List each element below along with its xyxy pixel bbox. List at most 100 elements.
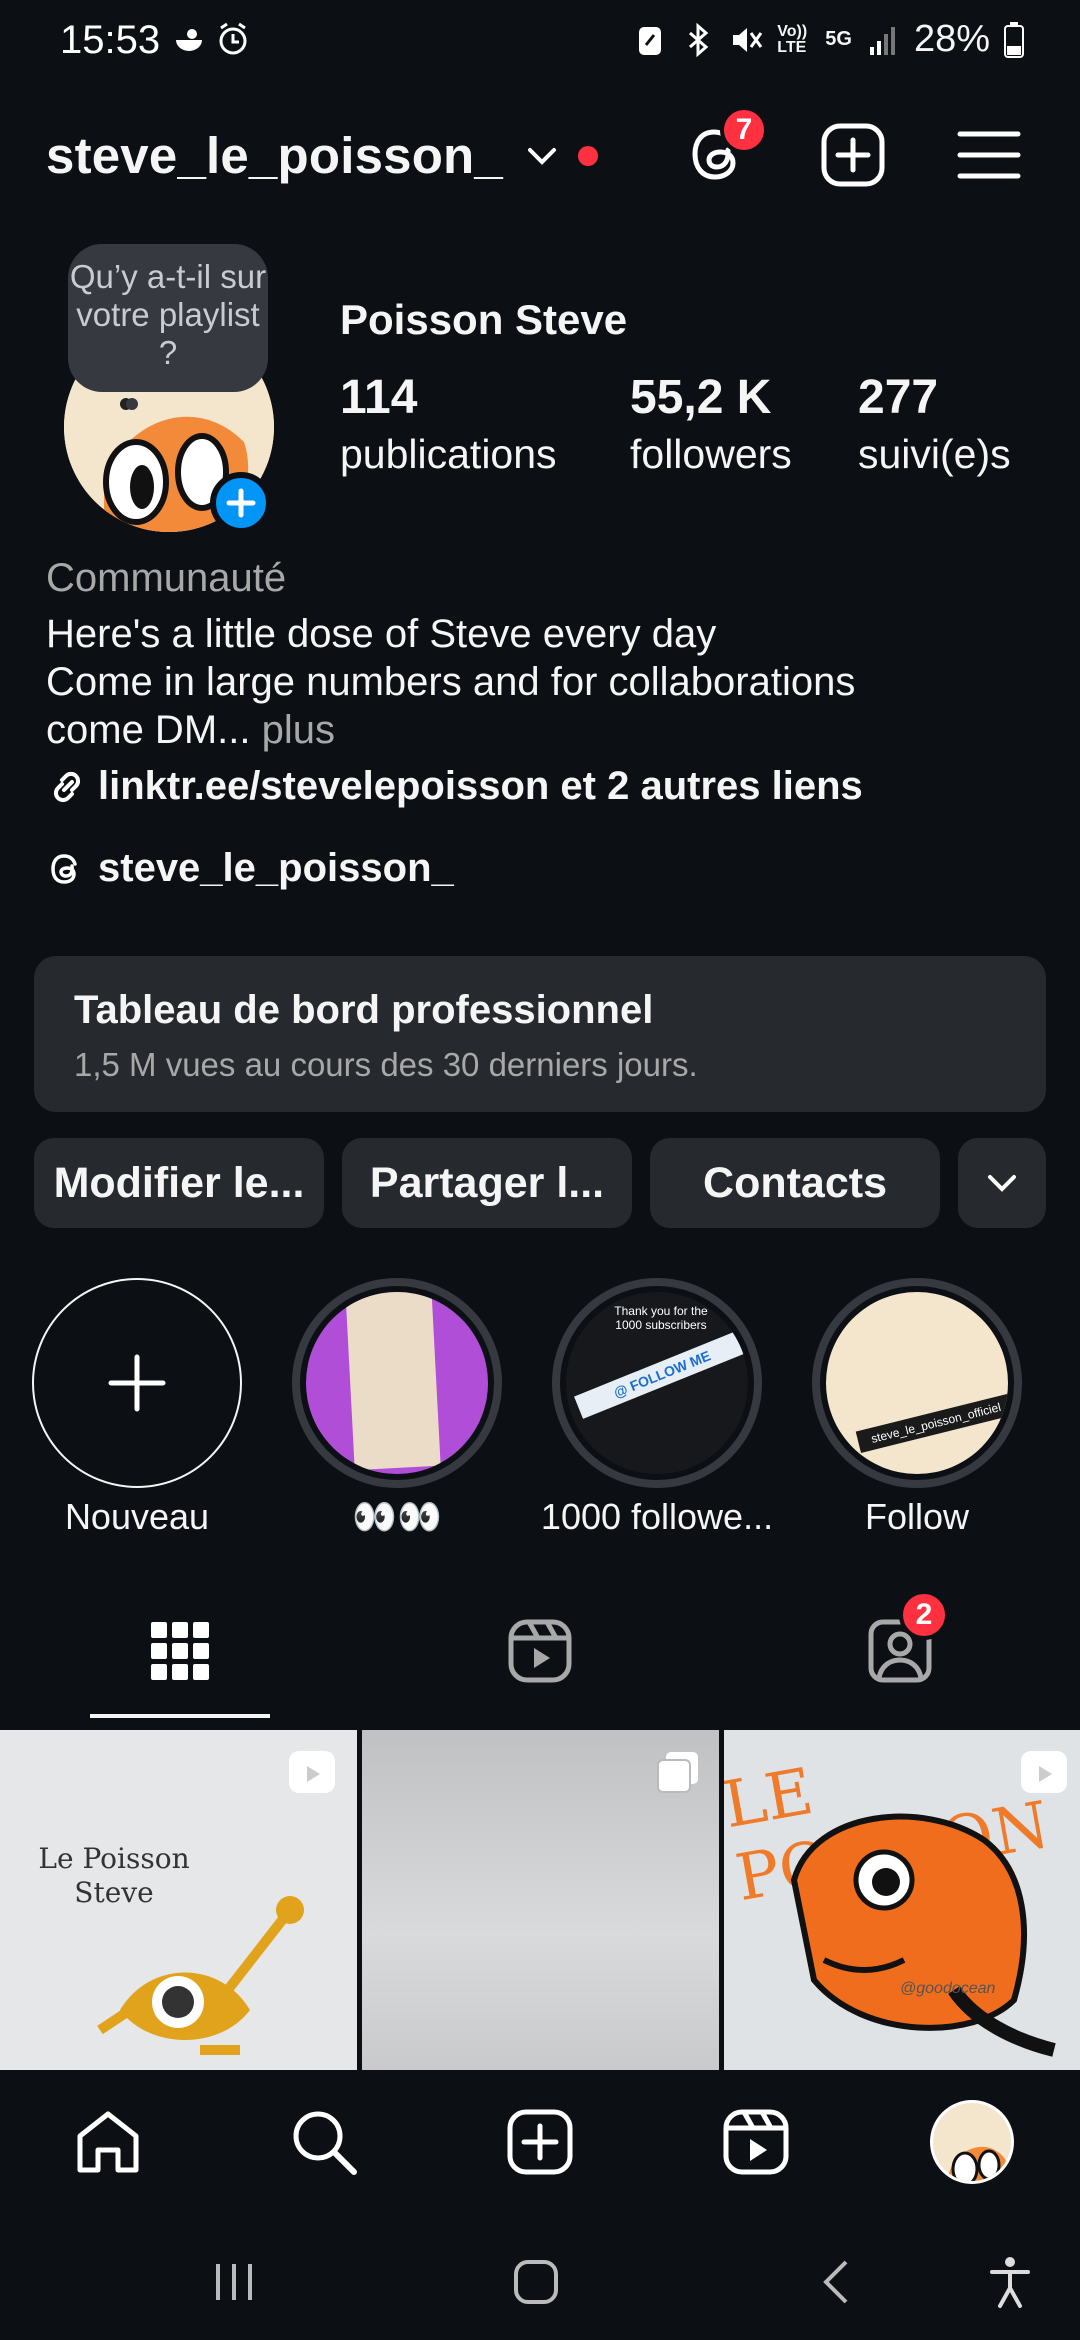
hamburger-menu-icon <box>957 131 1021 179</box>
home-icon <box>77 2111 139 2173</box>
note-tail <box>126 398 138 410</box>
stat-label: followers <box>630 431 792 477</box>
highlight-cover-tag: steve_le_poisson_officiel <box>855 1392 1008 1454</box>
bio-line: come DM... <box>46 708 251 752</box>
reel-indicator-icon <box>289 1751 335 1793</box>
post-tile[interactable] <box>362 1730 719 2070</box>
bio-line-last: come DM... plus <box>46 706 1046 754</box>
recent-apps-icon <box>216 2264 252 2300</box>
threads-handle: steve_le_poisson_ <box>98 846 454 890</box>
highlight-label: Nouveau <box>64 1496 210 1537</box>
reels-icon <box>723 2109 789 2175</box>
professional-dashboard-card[interactable]: Tableau de bord professionnel 1,5 M vues… <box>34 956 1046 1112</box>
search-icon <box>293 2111 357 2175</box>
back-button[interactable] <box>808 2252 868 2312</box>
nav-reels[interactable] <box>720 2106 792 2178</box>
stat-label: suivi(e)s <box>858 431 1011 477</box>
chevron-down-icon[interactable] <box>524 138 560 174</box>
plus-icon <box>226 488 256 518</box>
link-icon <box>53 771 81 802</box>
network-indicator: 5G <box>825 28 852 50</box>
menu-button[interactable] <box>954 120 1024 190</box>
accessibility-icon <box>990 2257 1030 2308</box>
threads-badge: 7 <box>720 106 768 154</box>
highlight-follow-sticker: @ FOLLOW ME <box>574 1329 748 1419</box>
highlight-cover-text: Thank you for the 1000 subscribers <box>614 1304 708 1332</box>
highlight-label: Follow <box>864 1496 970 1537</box>
highlight-cover <box>306 1292 488 1474</box>
bio-line: Here's a little dose of Steve every day <box>46 612 717 656</box>
alarm-icon <box>219 22 247 55</box>
reel-indicator-icon <box>1021 1751 1067 1793</box>
volte-indicator: Vo)) LTE <box>777 22 808 56</box>
highlight-cover: steve_le_poisson_officiel <box>826 1292 1008 1474</box>
grid-icon <box>151 1622 209 1680</box>
profile-header: steve_le_poisson_ 7 <box>0 106 1080 200</box>
chevron-down-icon <box>988 1175 1016 1192</box>
nav-search[interactable] <box>288 2106 360 2178</box>
stat-followers[interactable]: 55,2 K followers <box>630 370 792 478</box>
post-tile[interactable]: LE POISSON @goodocean <box>724 1730 1080 2070</box>
stat-value: 55,2 K <box>630 371 772 424</box>
profile-note[interactable]: Qu’y a-t-il sur votre playlist ? <box>68 244 268 392</box>
share-profile-button[interactable]: Partager l... <box>342 1138 632 1228</box>
bio-line: Come in large numbers and for collaborat… <box>46 660 856 704</box>
plus-square-icon <box>507 2109 573 2175</box>
post-tile[interactable]: Le Poisson Steve <box>0 1730 357 2070</box>
battery-icon <box>1004 21 1024 58</box>
username-switcher[interactable]: steve_le_poisson_ <box>46 126 503 185</box>
plus-square-icon <box>821 123 885 187</box>
threads-profile-link[interactable]: steve_le_poisson_ <box>46 846 454 891</box>
highlight-cover: Thank you for the 1000 subscribers @ FOL… <box>566 1292 748 1474</box>
dashboard-title: Tableau de bord professionnel <box>74 988 654 1032</box>
tab-tagged[interactable]: 2 <box>865 1590 949 1686</box>
home-square-icon <box>514 2260 558 2304</box>
tagged-badge: 2 <box>899 1590 949 1640</box>
highlight-eyes[interactable] <box>292 1278 502 1488</box>
highlight-follow[interactable]: steve_le_poisson_officiel <box>812 1278 1022 1488</box>
nav-create[interactable] <box>504 2106 576 2178</box>
fish-avatar-image <box>949 2146 1007 2181</box>
discover-people-button[interactable] <box>958 1138 1046 1228</box>
nav-home[interactable] <box>72 2106 144 2178</box>
mute-icon <box>733 27 763 52</box>
tab-posts-grid[interactable] <box>145 1616 215 1686</box>
highlight-1000-followers[interactable]: Thank you for the 1000 subscribers @ FOL… <box>552 1278 762 1488</box>
stat-value: 277 <box>858 371 939 424</box>
profile-link[interactable]: linktr.ee/stevelepoisson et 2 autres lie… <box>46 764 863 809</box>
system-navigation-bar <box>0 2210 1080 2340</box>
bio-more-link[interactable]: plus <box>250 708 335 752</box>
profile-link-text: linktr.ee/stevelepoisson et 2 autres lie… <box>98 764 863 808</box>
stat-label: publications <box>340 431 557 477</box>
data-saver-icon <box>639 26 662 55</box>
fish-logo-image <box>97 1896 304 2055</box>
active-tab-indicator <box>90 1714 270 1718</box>
accessibility-button[interactable] <box>980 2252 1040 2312</box>
home-system-button[interactable] <box>506 2252 566 2312</box>
tab-reels[interactable] <box>505 1616 575 1686</box>
edit-profile-button[interactable]: Modifier le... <box>34 1138 324 1228</box>
profile-bio: Here's a little dose of Steve every day … <box>46 610 1046 754</box>
signal-icon <box>869 26 895 55</box>
recent-apps-button[interactable] <box>204 2252 264 2312</box>
nav-profile-avatar[interactable] <box>930 2100 1014 2184</box>
back-chevron-icon <box>823 2260 848 2304</box>
create-button[interactable] <box>818 120 888 190</box>
stat-following[interactable]: 277 suivi(e)s <box>858 370 1011 478</box>
new-highlight-button[interactable] <box>32 1278 242 1488</box>
status-right: Vo)) LTE 5G 28% <box>633 18 1024 61</box>
contacts-button[interactable]: Contacts <box>650 1138 940 1228</box>
status-bar: 15:53 Vo)) LTE 5G 28% <box>0 0 1080 84</box>
stat-publications[interactable]: 114 publications <box>340 370 557 478</box>
highlight-cover-image <box>345 1292 441 1471</box>
plus-icon <box>108 1354 166 1412</box>
profile-category: Communauté <box>46 556 287 600</box>
dashboard-subtitle: 1,5 M vues au cours des 30 derniers jour… <box>74 1046 698 1083</box>
display-name: Poisson Steve <box>340 296 628 343</box>
add-story-button[interactable] <box>210 472 272 534</box>
highlight-label: 👀👀 <box>352 1496 442 1537</box>
status-left-icons <box>172 20 250 58</box>
threads-button[interactable]: 7 <box>682 106 768 190</box>
carousel-indicator-icon <box>657 1752 698 1793</box>
bluetooth-icon <box>689 22 709 57</box>
